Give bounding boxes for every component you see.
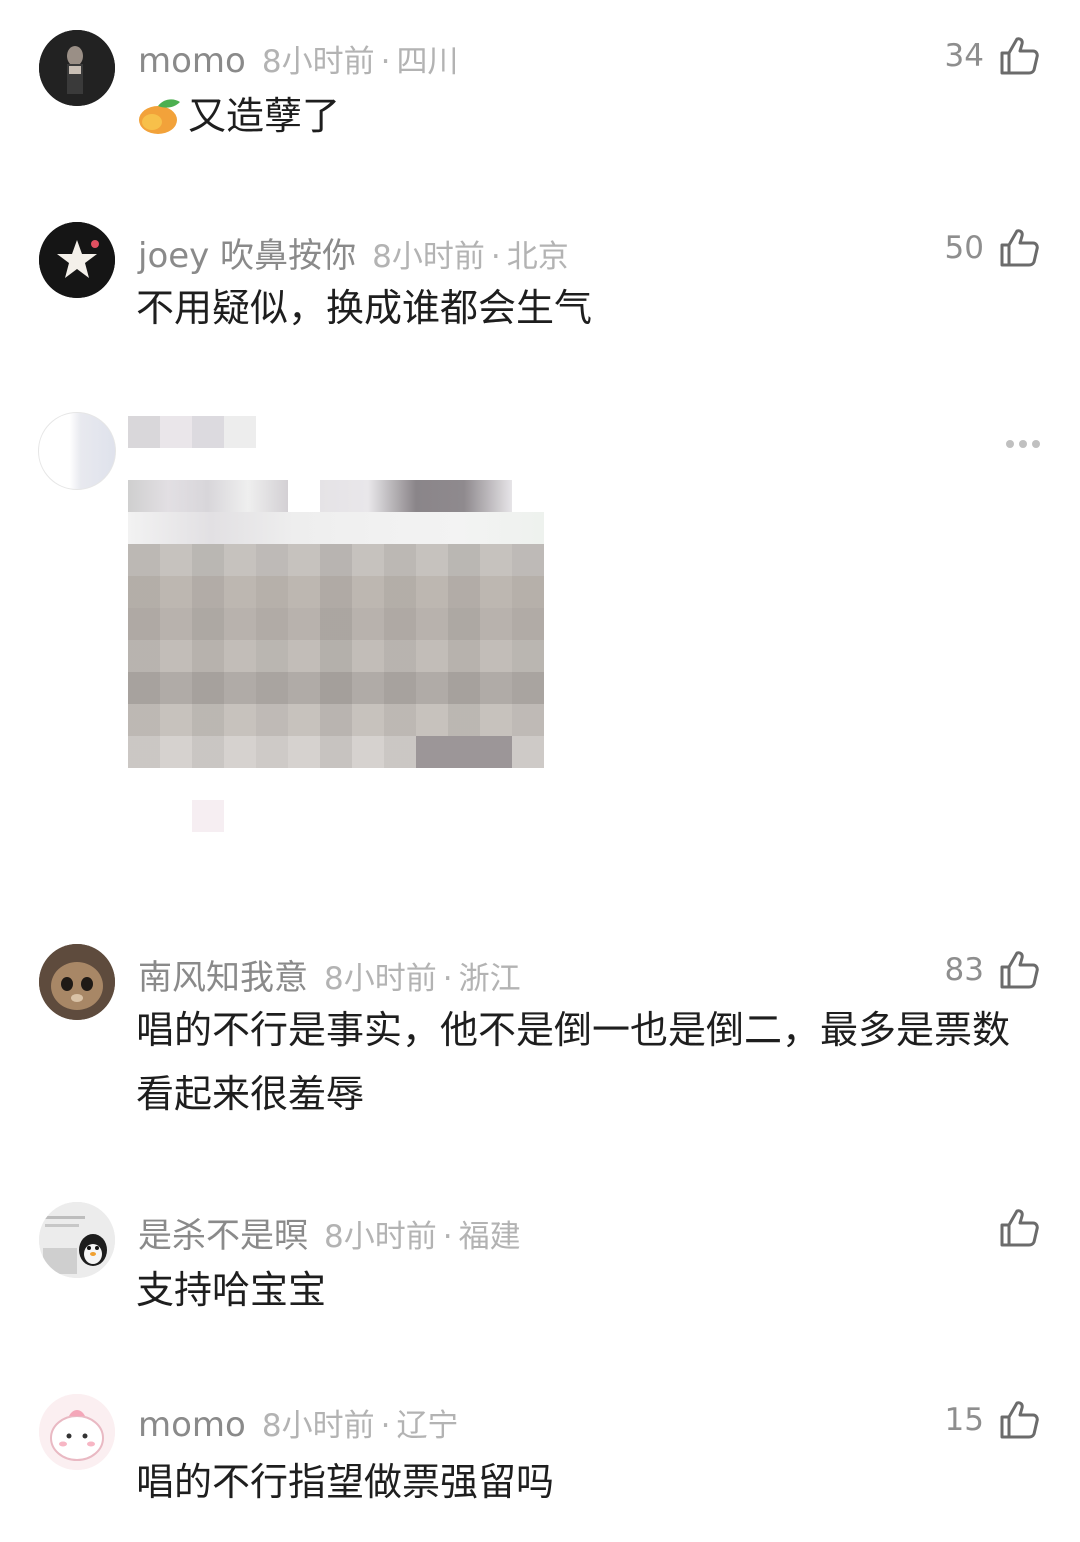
thumbs-up-icon bbox=[1000, 1401, 1039, 1439]
mango-icon bbox=[139, 99, 180, 134]
location: 福建 bbox=[458, 1219, 521, 1255]
username[interactable]: momo bbox=[138, 41, 246, 81]
separator: · bbox=[380, 1408, 391, 1444]
thumbs-up-icon bbox=[1000, 37, 1039, 75]
comment-meta: 是杀不是暝 8小时前 · 福建 bbox=[138, 1208, 521, 1257]
thumbs-up-icon bbox=[1000, 951, 1039, 989]
like-button[interactable]: 50 bbox=[945, 226, 1040, 270]
blurred-footer bbox=[192, 800, 224, 832]
comment-text: 不用疑似，换成谁都会生气 bbox=[136, 286, 593, 330]
comment-text: 又造孽了 bbox=[188, 94, 341, 138]
timestamp: 8小时前 bbox=[324, 1219, 437, 1255]
like-count: 15 bbox=[944, 1402, 984, 1438]
avatar[interactable] bbox=[39, 944, 115, 1020]
username[interactable]: 是杀不是暝 bbox=[138, 1216, 308, 1256]
blurred-username bbox=[128, 416, 256, 448]
blurred-image bbox=[128, 480, 544, 768]
separator: · bbox=[442, 1219, 453, 1255]
username[interactable]: 南风知我意 bbox=[138, 958, 308, 998]
location: 四川 bbox=[396, 44, 459, 80]
location: 浙江 bbox=[458, 961, 521, 997]
location: 北京 bbox=[506, 239, 569, 275]
comment-meta: 南风知我意 8小时前 · 浙江 bbox=[138, 950, 521, 999]
like-count: 34 bbox=[944, 38, 984, 74]
avatar-image bbox=[39, 30, 115, 106]
comment-meta: momo 8小时前 · 四川 bbox=[138, 36, 458, 81]
username[interactable]: joey 吹鼻按你 bbox=[138, 236, 356, 276]
like-count: 50 bbox=[944, 230, 984, 266]
separator: · bbox=[380, 44, 391, 80]
timestamp: 8小时前 bbox=[324, 961, 437, 997]
avatar-image bbox=[39, 1394, 115, 1470]
more-options-icon[interactable] bbox=[1006, 440, 1040, 448]
like-button[interactable]: 15 bbox=[945, 1398, 1040, 1442]
blurred-avatar bbox=[38, 412, 116, 490]
avatar[interactable] bbox=[39, 30, 115, 106]
like-count: 83 bbox=[944, 952, 984, 988]
comment-meta: joey 吹鼻按你 8小时前 · 北京 bbox=[138, 228, 569, 277]
comment-meta: momo 8小时前 · 辽宁 bbox=[138, 1400, 458, 1445]
separator: · bbox=[490, 239, 501, 275]
timestamp: 8小时前 bbox=[372, 239, 485, 275]
thumbs-up-icon bbox=[1000, 1209, 1039, 1247]
username[interactable]: momo bbox=[138, 1405, 246, 1445]
avatar[interactable] bbox=[39, 222, 115, 298]
comment-text-row: 又造孽了 bbox=[136, 84, 1041, 148]
location: 辽宁 bbox=[396, 1408, 459, 1444]
timestamp: 8小时前 bbox=[261, 1408, 375, 1444]
avatar-image bbox=[39, 944, 115, 1020]
thumbs-up-icon bbox=[1000, 229, 1039, 267]
comment-text: 支持哈宝宝 bbox=[136, 1268, 327, 1312]
timestamp: 8小时前 bbox=[261, 44, 375, 80]
like-button[interactable]: 83 bbox=[945, 948, 1040, 992]
blurred-comment bbox=[0, 400, 1080, 850]
avatar-image bbox=[39, 222, 115, 298]
avatar[interactable] bbox=[39, 1202, 115, 1278]
like-button[interactable] bbox=[984, 1206, 1040, 1250]
separator: · bbox=[442, 961, 453, 997]
like-button[interactable]: 34 bbox=[945, 34, 1040, 78]
comment-text: 唱的不行是事实，他不是倒一也是倒二，最多是票数看起来很羞辱 bbox=[136, 1008, 1011, 1116]
avatar[interactable] bbox=[39, 1394, 115, 1470]
comment-text: 唱的不行指望做票强留吗 bbox=[136, 1460, 555, 1504]
avatar-image bbox=[39, 1202, 115, 1278]
